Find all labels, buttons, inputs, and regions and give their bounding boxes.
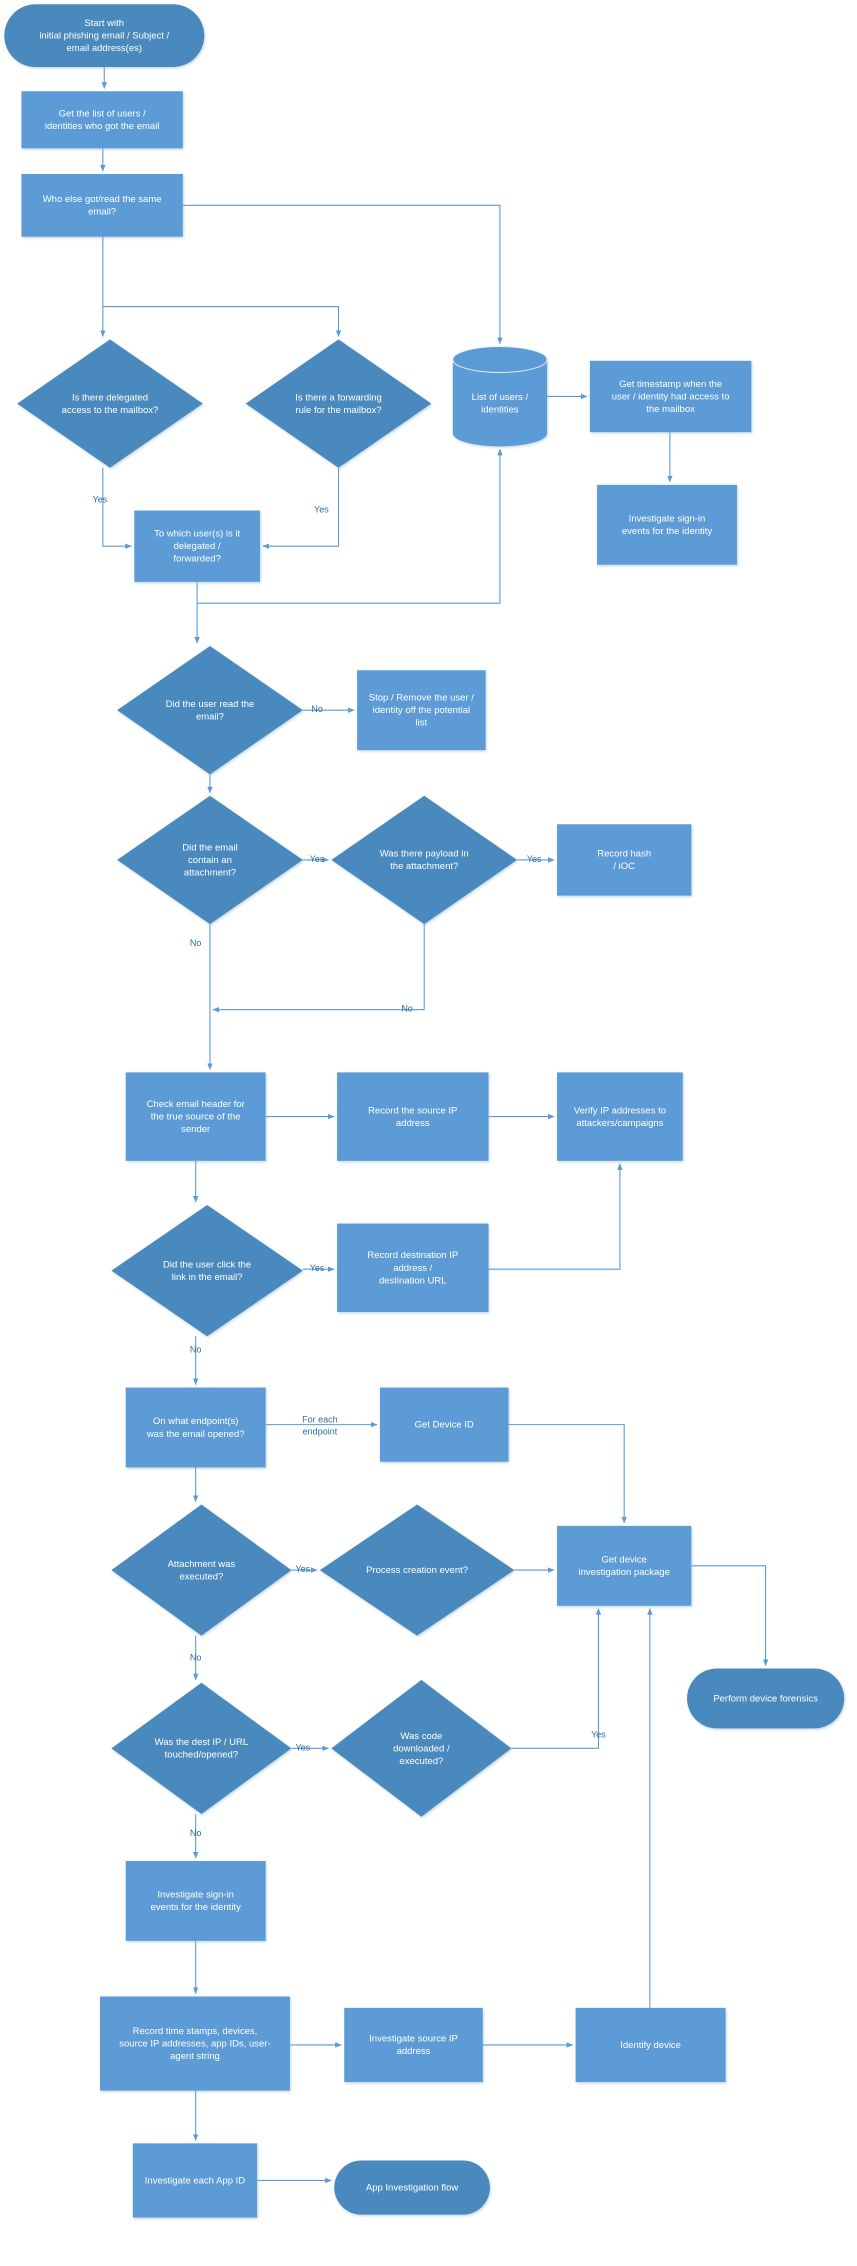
connector-whoelse-to-listusers: [182, 204, 503, 345]
node-did-user-read: Did the user read the email?: [117, 646, 303, 775]
node-label-email-attachment: Did the email contain an attachment?: [182, 842, 237, 878]
node-label-get-list: Get the list of users / identities who go…: [45, 108, 160, 132]
node-label-get-device-id: Get Device ID: [415, 1419, 474, 1430]
node-perform-forensics: Perform device forensics: [687, 1668, 845, 1729]
node-delegated: Is there delegated access to the mailbox?: [17, 339, 203, 468]
node-label-dest-ip-touched: Was the dest IP / URL touched/opened?: [155, 1737, 248, 1761]
node-check-header: Check email header for the true source of…: [125, 1072, 266, 1161]
edge-label-for-each-endpoint: For each endpoint: [302, 1415, 338, 1437]
edge-label-no-did-user-read: No: [311, 705, 323, 715]
node-label-investigate-appid: Investigate each App ID: [145, 2175, 245, 2186]
node-label-on-what-endpoint: On what endpoint(s) was the email opened?: [146, 1416, 245, 1440]
connector-delegated-to-towhich: [102, 467, 132, 549]
node-verify-ip: Verify IP addresses to attackers/campaign…: [557, 1072, 683, 1161]
node-investigate-src-ip: Investigate source IP address: [344, 2007, 483, 2083]
edge-label-no-dest-ip: No: [190, 1828, 202, 1838]
node-did-user-click: Did the user click the link in the email?: [111, 1205, 303, 1337]
connector-deviceid-to-pkg: [508, 1424, 627, 1524]
node-get-device-pkg: Get device investigation package: [557, 1525, 692, 1606]
node-dest-ip-touched: Was the dest IP / URL touched/opened?: [111, 1682, 292, 1814]
node-label-verify-ip: Verify IP addresses to attackers/campaign…: [574, 1105, 666, 1129]
node-investigate-appid: Investigate each App ID: [132, 2143, 258, 2218]
node-label-payload: Was there payload in the attachment?: [380, 848, 469, 872]
node-label-investigate-signin-2: Investigate sign-in events for the identi…: [151, 1889, 242, 1913]
node-to-which-user: To which user(s) is it delegated / forward…: [134, 510, 260, 582]
node-get-list: Get the list of users / identities who go…: [21, 91, 183, 149]
node-label-delegated: Is there delegated access to the mailbox?: [62, 392, 159, 416]
edge-label-no-payload: No: [401, 1004, 413, 1014]
node-layer: Start with initial phishing email / Subje…: [4, 4, 845, 2218]
node-code-downloaded: Was code downloaded / executed?: [331, 1679, 512, 1817]
node-label-code-downloaded: Was code downloaded / executed?: [393, 1730, 450, 1766]
flowchart-canvas: Start with initial phishing email / Subje…: [0, 0, 857, 2266]
edge-label-yes-code-down: Yes: [591, 1730, 606, 1740]
flowchart-svg: Start with initial phishing email / Subje…: [4, 4, 845, 2218]
node-investigate-signin-2: Investigate sign-in events for the identi…: [125, 1861, 266, 1941]
connector-destip-to-verify: [488, 1163, 623, 1270]
connector-pkg-to-forensics: [691, 1565, 769, 1667]
node-label-did-user-click: Did the user click the link in the email?: [163, 1259, 251, 1283]
edge-label-yes-delegated: Yes: [93, 495, 108, 505]
node-start: Start with initial phishing email / Subje…: [4, 4, 205, 68]
node-record-hash: Record hash / iOC: [557, 824, 692, 896]
node-identify-device: Identify device: [575, 2007, 726, 2083]
connector-whoelse-to-forwarding: [102, 306, 342, 337]
node-label-investigate-signin-1: Investigate sign-in events for the identi…: [622, 513, 713, 537]
node-list-users: List of users / identities: [452, 346, 548, 447]
node-label-process-creation: Process creation event?: [366, 1565, 468, 1576]
node-attachment-exec: Attachment was executed?: [111, 1504, 292, 1636]
node-label-perform-forensics: Perform device forensics: [713, 1693, 818, 1704]
node-email-attachment: Did the email contain an attachment?: [117, 795, 303, 925]
edge-label-no-attach-exec: No: [190, 1653, 202, 1663]
edge-label-yes-payload: Yes: [527, 854, 542, 864]
edge-label-no-attachment: No: [190, 938, 202, 948]
node-record-dest-ip: Record destination IP address / destinatio…: [337, 1223, 489, 1312]
node-investigate-signin-1: Investigate sign-in events for the identi…: [597, 484, 738, 565]
connector-payload-no-merge: [212, 924, 425, 1013]
node-get-timestamp: Get timestamp when the user / identity ha…: [589, 360, 752, 433]
node-payload: Was there payload in the attachment?: [331, 795, 518, 925]
edge-label-yes-dest-ip: Yes: [295, 1743, 310, 1753]
node-label-app-flow: App Investigation flow: [366, 2182, 459, 2193]
node-record-timestamps: Record time stamps, devices, source IP ad…: [99, 1996, 290, 2091]
edge-label-yes-click: Yes: [310, 1264, 325, 1274]
edge-label-yes-forwarding: Yes: [314, 505, 329, 515]
node-who-else: Who else got/read the same email?: [21, 173, 183, 237]
node-stop-remove: Stop / Remove the user / identity off the…: [357, 670, 486, 751]
edge-label-yes-attach-exec: Yes: [295, 1564, 310, 1574]
node-forwarding: Is there a forwarding rule for the mailbo…: [245, 339, 432, 468]
node-get-device-id: Get Device ID: [379, 1387, 509, 1462]
node-label-identify-device: Identify device: [620, 2039, 681, 2050]
node-on-what-endpoint: On what endpoint(s) was the email opened?: [125, 1387, 266, 1468]
node-app-flow: App Investigation flow: [334, 2160, 490, 2215]
edge-label-yes-attachment: Yes: [310, 854, 325, 864]
connector-codedown-to-pkg: [511, 1608, 602, 1749]
node-record-source-ip: Record the source IP address: [337, 1072, 489, 1161]
node-process-creation: Process creation event?: [319, 1504, 515, 1636]
edge-label-no-click: No: [190, 1345, 202, 1355]
node-label-forwarding: Is there a forwarding rule for the mailbo…: [295, 392, 382, 416]
